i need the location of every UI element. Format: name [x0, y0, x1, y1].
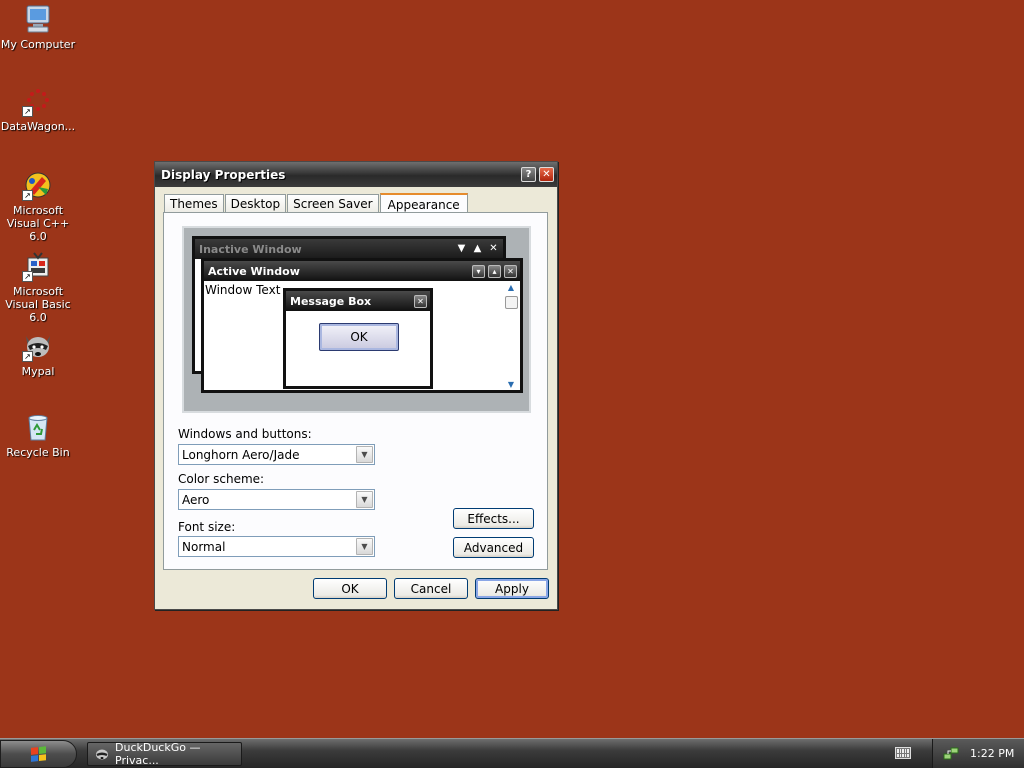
- chevron-down-icon[interactable]: ▼: [356, 491, 373, 508]
- chevron-down-icon[interactable]: ▼: [356, 538, 373, 555]
- keyboard-icon[interactable]: [895, 747, 911, 759]
- windows-logo-icon: [30, 746, 47, 762]
- taskbar-item-duckduckgo[interactable]: DuckDuckGo — Privac...: [87, 741, 242, 767]
- apply-button[interactable]: Apply: [475, 578, 549, 599]
- close-button[interactable]: ✕: [539, 167, 554, 182]
- tab-strip: Themes Desktop Screen Saver Appearance: [164, 192, 469, 214]
- windows-buttons-select[interactable]: Longhorn Aero/Jade ▼: [178, 444, 375, 465]
- effects-button[interactable]: Effects...: [453, 508, 534, 529]
- clock[interactable]: 1:22 PM: [970, 747, 1014, 760]
- desktop-icon-label: Mypal: [21, 365, 55, 378]
- maximize-icon: ▴: [488, 264, 501, 278]
- computer-icon: [22, 3, 54, 35]
- close-icon: ✕: [504, 264, 517, 278]
- desktop-icon-label: Recycle Bin: [6, 446, 70, 459]
- dialog-titlebar[interactable]: Display Properties ? ✕: [155, 162, 557, 187]
- ok-button[interactable]: OK: [313, 578, 387, 599]
- tab-appearance[interactable]: Appearance: [379, 193, 468, 214]
- datawagon-icon: ↗: [22, 85, 54, 117]
- scroll-up-icon: ▲: [507, 283, 515, 292]
- desktop-icon-label: My Computer: [0, 38, 76, 51]
- maximize-icon: ▲: [473, 242, 482, 254]
- network-icon[interactable]: [942, 746, 960, 762]
- font-size-select[interactable]: Normal ▼: [178, 536, 375, 557]
- start-button[interactable]: [0, 740, 77, 768]
- appearance-preview: Inactive Window ▼ ▲ ✕ Active Window ▾ ▴ …: [182, 226, 531, 413]
- shortcut-arrow-icon: ↗: [22, 271, 33, 282]
- display-properties-dialog: Display Properties ? ✕ Themes Desktop Sc…: [154, 161, 558, 610]
- visual-cpp-icon: ↗: [22, 169, 54, 201]
- windows-buttons-value: Longhorn Aero/Jade: [182, 447, 300, 462]
- preview-message-box: Message Box ✕ OK: [283, 288, 433, 389]
- close-icon: ✕: [414, 294, 427, 308]
- shortcut-arrow-icon: ↗: [22, 190, 33, 201]
- system-tray: 1:22 PM: [932, 739, 1024, 768]
- desktop-icon-recycle-bin[interactable]: Recycle Bin: [0, 411, 80, 459]
- color-scheme-label: Color scheme:: [178, 472, 265, 486]
- preview-inactive-title: Inactive Window: [199, 242, 302, 256]
- preview-active-title: Active Window: [208, 264, 300, 278]
- chevron-down-icon[interactable]: ▼: [356, 446, 373, 463]
- desktop-icon-label: Microsoft Visual Basic 6.0: [5, 285, 71, 324]
- preview-inactive-titlebar: Inactive Window ▼ ▲ ✕: [195, 239, 503, 259]
- minimize-icon: ▼: [457, 242, 466, 254]
- scroll-down-icon: ▼: [507, 380, 515, 389]
- shortcut-arrow-icon: ↗: [22, 351, 33, 362]
- appearance-panel: Inactive Window ▼ ▲ ✕ Active Window ▾ ▴ …: [163, 212, 548, 570]
- tab-themes[interactable]: Themes: [164, 194, 224, 213]
- preview-ok-button: OK: [319, 323, 399, 351]
- desktop-icon-label: Microsoft Visual C++ 6.0: [6, 204, 70, 243]
- preview-active-window: Active Window ▾ ▴ ✕ Window Text ▲ ▼ Mess…: [201, 258, 523, 393]
- cancel-button[interactable]: Cancel: [394, 578, 468, 599]
- help-button[interactable]: ?: [521, 167, 536, 182]
- taskbar: DuckDuckGo — Privac... 1:22 PM: [0, 738, 1024, 768]
- preview-message-box-titlebar: Message Box ✕: [286, 291, 430, 311]
- shortcut-arrow-icon: ↗: [22, 106, 33, 117]
- windows-buttons-label: Windows and buttons:: [178, 427, 312, 441]
- font-size-value: Normal: [182, 539, 226, 554]
- preview-scrollbar: ▲ ▼: [503, 283, 519, 389]
- desktop-icon-my-computer[interactable]: My Computer: [0, 3, 80, 51]
- minimize-icon: ▾: [472, 264, 485, 278]
- raccoon-icon: [94, 746, 110, 762]
- desktop-icon-visual-basic[interactable]: ↗ Microsoft Visual Basic 6.0: [0, 250, 80, 324]
- desktop-icon-mypal[interactable]: ↗ Mypal: [0, 330, 80, 378]
- scroll-thumb: [504, 296, 518, 309]
- tab-desktop[interactable]: Desktop: [224, 194, 287, 213]
- close-icon: ✕: [489, 242, 498, 254]
- color-scheme-select[interactable]: Aero ▼: [178, 489, 375, 510]
- taskbar-item-label: DuckDuckGo — Privac...: [115, 741, 201, 767]
- color-scheme-value: Aero: [182, 492, 210, 507]
- desktop-icon-visual-cpp[interactable]: ↗ Microsoft Visual C++ 6.0: [0, 169, 80, 243]
- tab-screen-saver[interactable]: Screen Saver: [287, 194, 379, 213]
- font-size-label: Font size:: [178, 520, 236, 534]
- preview-active-titlebar: Active Window ▾ ▴ ✕: [204, 261, 520, 281]
- preview-message-box-title: Message Box: [290, 294, 372, 308]
- raccoon-icon: ↗: [22, 330, 54, 362]
- recycle-bin-icon: [22, 411, 54, 443]
- visual-basic-icon: ↗: [22, 250, 54, 282]
- advanced-button[interactable]: Advanced: [453, 537, 534, 558]
- desktop-icon-datawagon[interactable]: ↗ DataWagon...: [0, 85, 80, 133]
- desktop-icon-label: DataWagon...: [0, 120, 76, 133]
- preview-window-text: Window Text: [205, 283, 281, 297]
- dialog-title: Display Properties: [161, 167, 286, 182]
